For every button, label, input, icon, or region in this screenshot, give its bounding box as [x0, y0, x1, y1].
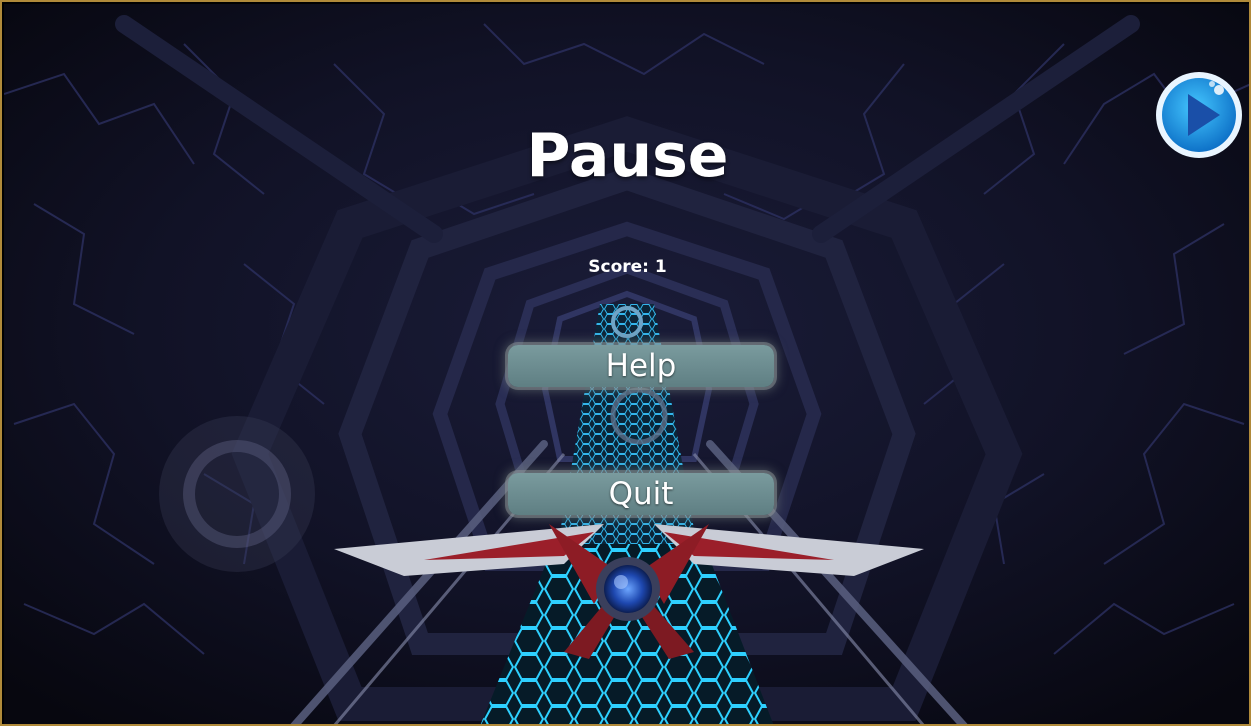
virtual-joystick[interactable]	[157, 402, 317, 582]
help-button[interactable]: Help	[508, 345, 774, 387]
game-viewport: Pause Score: 1 Help Quit	[0, 0, 1251, 726]
quit-button[interactable]: Quit	[508, 473, 774, 515]
pause-title: Pause	[526, 121, 729, 191]
help-button-label: Help	[605, 348, 677, 384]
score-label: Score: 1	[588, 257, 667, 277]
quit-button-label: Quit	[608, 476, 674, 512]
